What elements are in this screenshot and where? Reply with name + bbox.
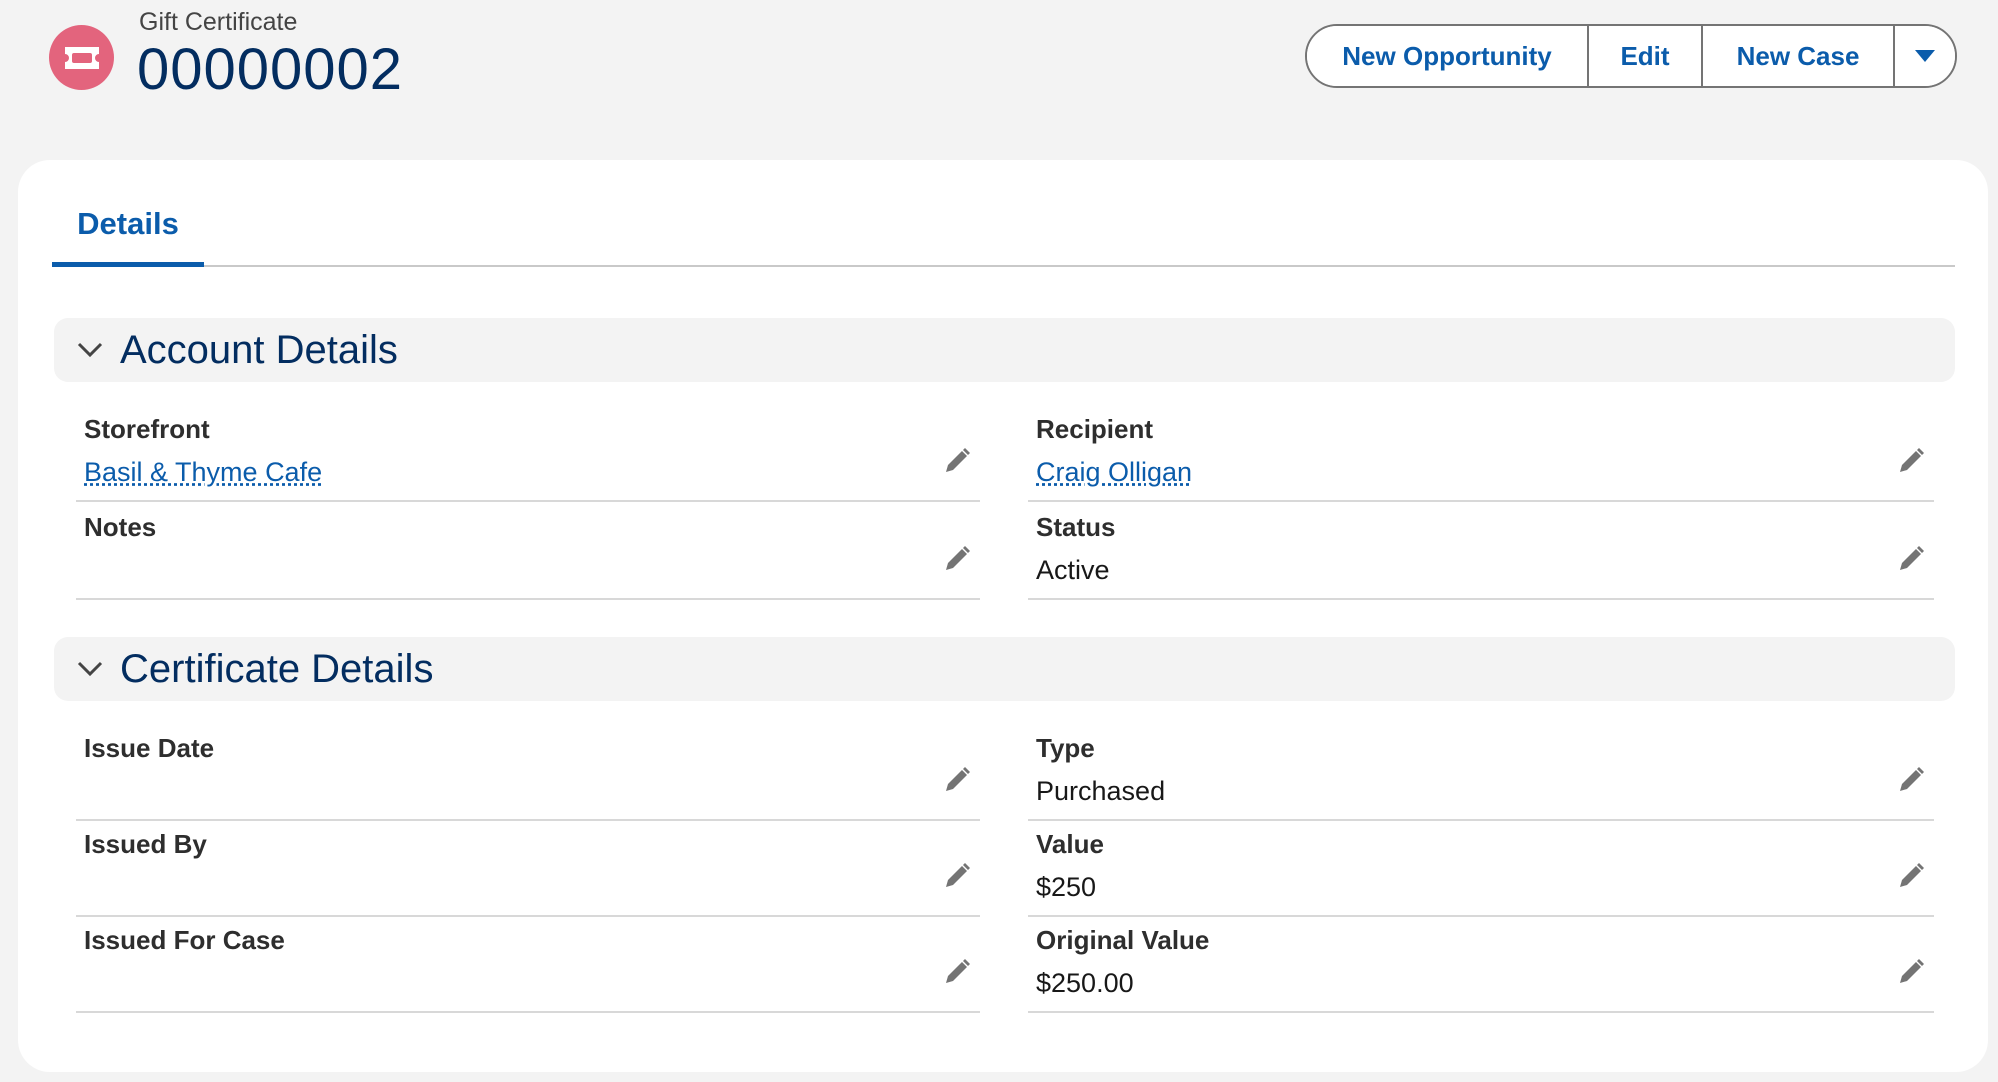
- field-label: Value: [1036, 829, 1104, 859]
- field-value-text: $250: [1036, 872, 1097, 902]
- new-opportunity-button[interactable]: New Opportunity: [1307, 26, 1587, 86]
- edit-button[interactable]: Edit: [1587, 26, 1701, 86]
- field-label: Storefront: [84, 414, 210, 444]
- field-notes: Notes: [76, 504, 980, 600]
- field-value: Value $250: [1028, 821, 1934, 917]
- section-title: Account Details: [120, 327, 398, 372]
- pencil-edit-icon[interactable]: [942, 957, 972, 987]
- section-title: Certificate Details: [120, 646, 434, 691]
- pencil-edit-icon[interactable]: [942, 765, 972, 795]
- section-header-certificate-details[interactable]: Certificate Details: [54, 637, 1955, 701]
- header-action-buttons: New Opportunity Edit New Case: [1305, 24, 1957, 88]
- object-type-label: Gift Certificate: [139, 8, 298, 36]
- more-actions-button[interactable]: [1893, 26, 1955, 86]
- field-status: Status Active: [1028, 504, 1934, 600]
- field-issue-date: Issue Date: [76, 725, 980, 821]
- field-label: Notes: [84, 512, 157, 542]
- chevron-down-icon: [76, 654, 106, 684]
- field-value: Active: [1036, 555, 1110, 585]
- field-label: Issue Date: [84, 733, 215, 763]
- pencil-edit-icon[interactable]: [1896, 957, 1926, 987]
- field-label: Type: [1036, 733, 1095, 763]
- pencil-edit-icon[interactable]: [942, 544, 972, 574]
- field-storefront: Storefront Basil & Thyme Cafe: [76, 406, 980, 502]
- field-issued-for-case: Issued For Case: [76, 917, 980, 1013]
- record-header: Gift Certificate 00000002 New Opportunit…: [0, 0, 1998, 150]
- storefront-link[interactable]: Basil & Thyme Cafe: [84, 457, 322, 488]
- tab-details[interactable]: Details: [52, 206, 204, 267]
- field-label: Issued For Case: [84, 925, 285, 955]
- field-label: Status: [1036, 512, 1116, 542]
- ticket-icon: [49, 25, 114, 90]
- record-detail-card: Details Account Details Storefront Basil…: [18, 160, 1988, 1072]
- pencil-edit-icon[interactable]: [1896, 765, 1926, 795]
- recipient-link[interactable]: Craig Olligan: [1036, 457, 1192, 488]
- pencil-edit-icon[interactable]: [1896, 544, 1926, 574]
- field-type: Type Purchased: [1028, 725, 1934, 821]
- pencil-edit-icon[interactable]: [1896, 861, 1926, 891]
- section-header-account-details[interactable]: Account Details: [54, 318, 1955, 382]
- tab-bar: Details: [52, 160, 1955, 267]
- field-original-value: Original Value $250.00: [1028, 917, 1934, 1013]
- pencil-edit-icon[interactable]: [942, 446, 972, 476]
- pencil-edit-icon[interactable]: [942, 861, 972, 891]
- field-value: Purchased: [1036, 776, 1166, 806]
- field-value: $250.00: [1036, 968, 1134, 998]
- chevron-down-icon: [76, 335, 106, 365]
- pencil-edit-icon[interactable]: [1896, 446, 1926, 476]
- chevron-down-icon: [1915, 50, 1935, 62]
- record-title: 00000002: [137, 37, 404, 102]
- field-label: Recipient: [1036, 414, 1154, 444]
- new-case-button[interactable]: New Case: [1701, 26, 1893, 86]
- field-recipient: Recipient Craig Olligan: [1028, 406, 1934, 502]
- field-label: Issued By: [84, 829, 207, 859]
- field-label: Original Value: [1036, 925, 1210, 955]
- field-issued-by: Issued By: [76, 821, 980, 917]
